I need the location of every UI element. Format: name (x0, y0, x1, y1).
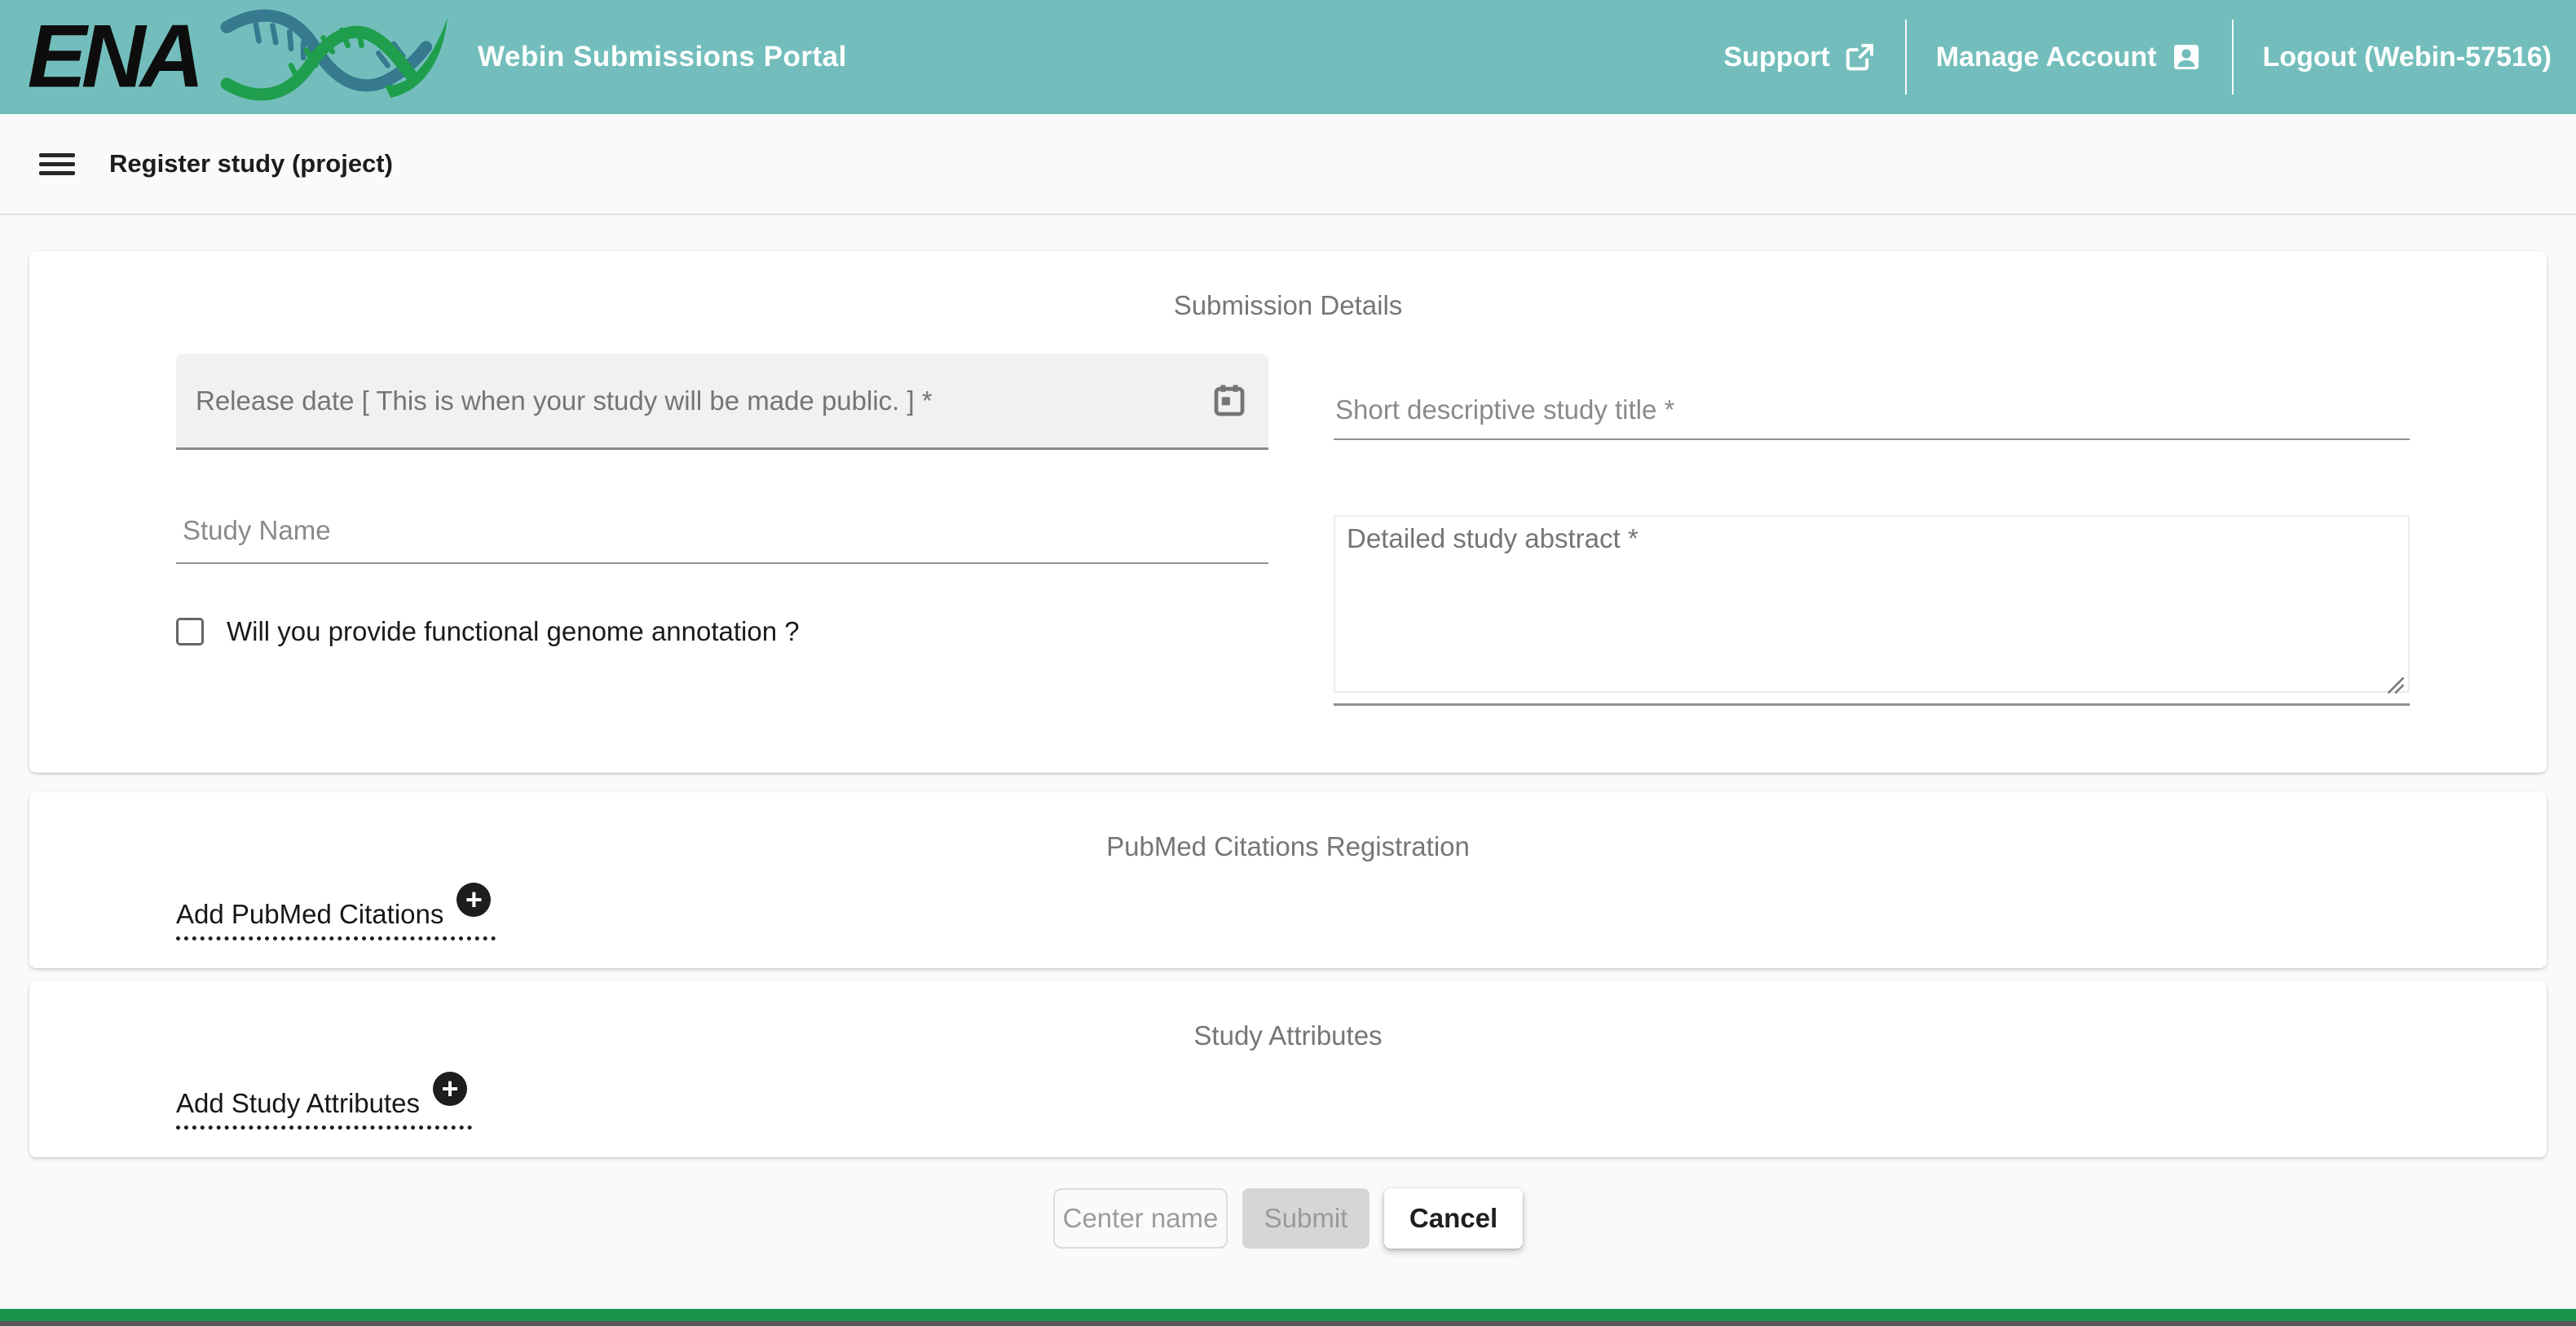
form-right-column (1334, 354, 2410, 706)
account-box-icon (2170, 41, 2203, 73)
abstract-textarea[interactable] (1334, 515, 2410, 693)
abstract-field (1334, 515, 2410, 706)
add-pubmed-citations-button[interactable]: Add PubMed Citations + (176, 896, 496, 941)
external-link-icon (1843, 41, 1876, 73)
pubmed-card-title: PubMed Citations Registration (29, 792, 2547, 862)
annotation-checkbox-label: Will you provide functional genome annot… (227, 616, 800, 647)
study-title-input[interactable] (1334, 354, 2410, 440)
study-attributes-card-title: Study Attributes (29, 981, 2547, 1051)
ena-logo-graphic: ENA (24, 6, 457, 108)
logout-label: Logout (Webin-57516) (2263, 42, 2552, 73)
study-attributes-card: Study Attributes Add Study Attributes + (29, 981, 2547, 1157)
ena-logo: ENA (24, 6, 457, 108)
submission-details-card: Submission Details (29, 251, 2547, 773)
manage-account-label: Manage Account (1936, 42, 2157, 73)
pubmed-card: PubMed Citations Registration Add PubMed… (29, 792, 2547, 968)
annotation-checkbox[interactable] (176, 618, 204, 645)
menu-icon[interactable] (39, 153, 75, 175)
form-left-column: Will you provide functional genome annot… (176, 354, 1268, 706)
add-study-attributes-label: Add Study Attributes (176, 1088, 420, 1119)
resize-handle-icon[interactable] (2387, 676, 2405, 694)
top-app-bar: ENA Webin Submissions Portal Support (0, 0, 2576, 114)
add-circle-icon[interactable]: + (457, 883, 491, 917)
page-header: Register study (project) (0, 114, 2576, 215)
study-name-input[interactable] (176, 499, 1268, 564)
footer-dark-bar (0, 1321, 2576, 1326)
main-content: Submission Details (0, 215, 2576, 1249)
action-bar: Center name Submit Cancel (29, 1188, 2547, 1249)
support-label: Support (1723, 42, 1829, 73)
abstract-underline (1334, 703, 2410, 706)
app-title: Webin Submissions Portal (478, 41, 847, 73)
logout-link[interactable]: Logout (Webin-57516) (2263, 42, 2552, 73)
submission-form: Will you provide functional genome annot… (29, 354, 2547, 706)
release-date-field (176, 354, 1268, 450)
center-name-button[interactable]: Center name (1053, 1188, 1228, 1249)
footer (0, 1309, 2576, 1326)
add-pubmed-citations-label: Add PubMed Citations (176, 899, 443, 930)
svg-text:ENA: ENA (28, 7, 200, 107)
add-study-attributes-button[interactable]: Add Study Attributes + (176, 1085, 472, 1130)
manage-account-link[interactable]: Manage Account (1936, 41, 2203, 73)
calendar-icon[interactable] (1210, 381, 1249, 421)
page-title: Register study (project) (109, 149, 393, 178)
support-link[interactable]: Support (1723, 41, 1875, 73)
release-date-input[interactable] (196, 385, 1210, 416)
footer-green-bar (0, 1309, 2576, 1321)
submission-details-title: Submission Details (29, 251, 2547, 321)
top-nav: Support Manage Account Logout (Webin-575… (1723, 20, 2552, 95)
submit-button[interactable]: Submit (1242, 1188, 1370, 1249)
annotation-row: Will you provide functional genome annot… (176, 616, 1268, 647)
add-circle-icon[interactable]: + (433, 1072, 467, 1106)
cancel-button[interactable]: Cancel (1384, 1188, 1523, 1249)
nav-divider (1905, 20, 1907, 95)
nav-divider (2232, 20, 2234, 95)
